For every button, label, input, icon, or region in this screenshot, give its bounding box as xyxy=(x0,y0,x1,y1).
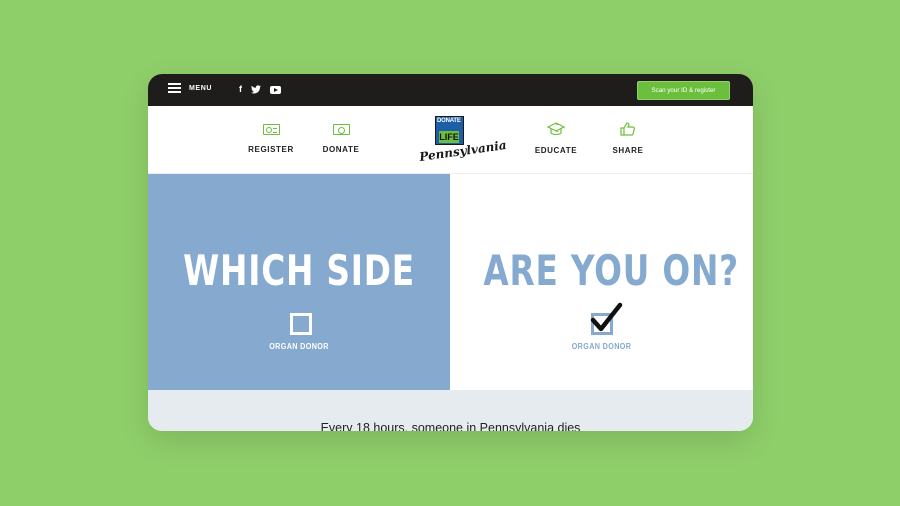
twitter-icon[interactable] xyxy=(251,85,261,94)
hero-right-caption: ORGAN DONOR xyxy=(571,342,632,351)
logo-top-text: DONATE xyxy=(437,118,461,124)
thumbs-up-icon xyxy=(619,122,637,136)
hero-left-caption: ORGAN DONOR xyxy=(269,342,329,351)
logo-middle-text: LIFE xyxy=(439,131,459,143)
logo-badge: DONATE LIFE xyxy=(435,116,464,145)
nav-item-register[interactable]: REGISTER xyxy=(241,124,301,154)
main-nav: REGISTER DONATE DONATE LIFE Pennsylvania… xyxy=(148,106,753,174)
nav-item-donate[interactable]: DONATE xyxy=(311,124,371,154)
id-card-icon xyxy=(262,124,280,135)
hero-right-headline: ARE YOU ON? xyxy=(483,246,739,295)
youtube-icon[interactable] xyxy=(270,85,281,94)
nav-item-share[interactable]: SHARE xyxy=(598,122,658,155)
scan-id-register-button[interactable]: Scan your ID & register xyxy=(637,81,730,100)
info-text: Every 18 hours, someone in Pennsylvania … xyxy=(320,421,581,431)
menu-button[interactable]: MENU xyxy=(168,83,212,93)
nav-item-label: DONATE xyxy=(322,145,360,154)
nav-item-educate[interactable]: EDUCATE xyxy=(526,122,586,155)
checkmark-icon xyxy=(590,302,623,332)
facebook-icon[interactable]: f xyxy=(239,84,242,95)
nav-item-label: EDUCATE xyxy=(534,146,578,155)
donate-life-logo[interactable]: DONATE LIFE Pennsylvania xyxy=(418,116,507,164)
money-icon xyxy=(332,124,350,135)
hamburger-icon xyxy=(168,83,181,93)
hero-left-headline: WHICH SIDE xyxy=(183,246,415,295)
nav-item-label: SHARE xyxy=(612,146,644,155)
hero-left-panel: WHICH SIDE ORGAN DONOR xyxy=(148,174,450,391)
hero-section: WHICH SIDE ORGAN DONOR ARE YOU ON? ORGAN… xyxy=(148,174,753,391)
browser-frame: MENU f Scan your ID & register REGISTER … xyxy=(148,74,753,431)
social-links: f xyxy=(239,84,281,95)
info-section: Every 18 hours, someone in Pennsylvania … xyxy=(148,390,753,431)
nav-item-label: REGISTER xyxy=(248,145,294,154)
top-bar: MENU f Scan your ID & register xyxy=(148,74,753,106)
graduation-cap-icon xyxy=(547,122,565,136)
menu-label: MENU xyxy=(189,84,213,92)
empty-checkbox-icon xyxy=(290,313,312,335)
hero-right-panel: ARE YOU ON? ORGAN DONOR xyxy=(450,174,753,391)
